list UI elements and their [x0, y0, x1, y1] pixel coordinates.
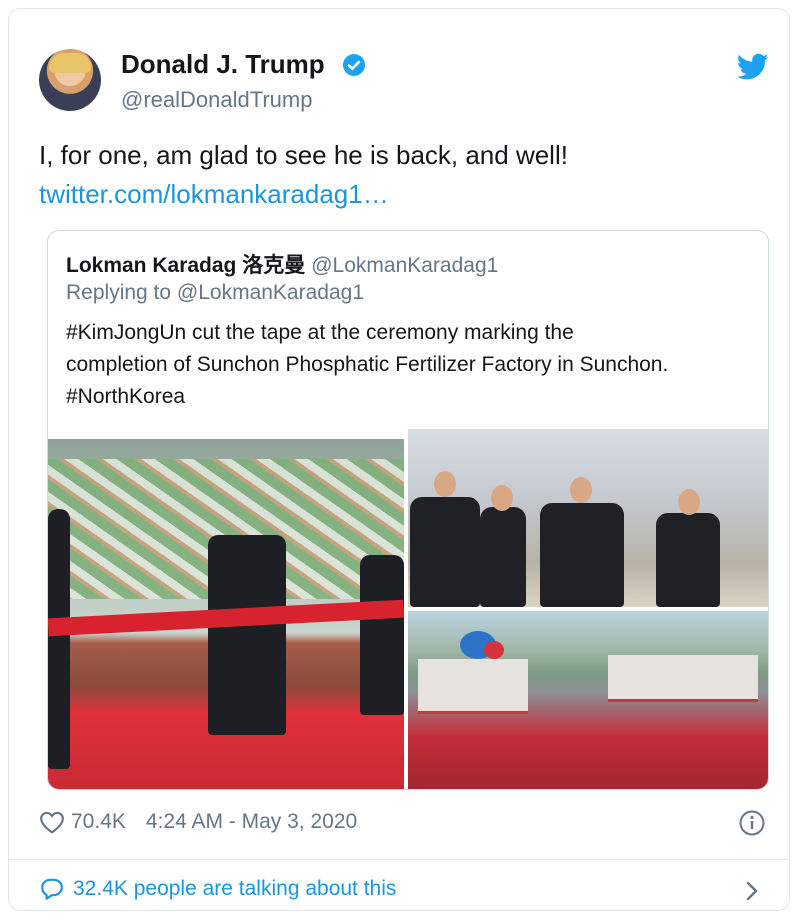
factory-building — [418, 659, 528, 714]
conversation-link[interactable]: 32.4K people are talking about this — [39, 877, 396, 901]
person-silhouette — [48, 509, 70, 769]
person-head — [678, 489, 700, 515]
quoted-tweet[interactable]: Lokman Karadag 洛克曼 @LokmanKaradag1 Replyi… — [47, 230, 769, 790]
like-count[interactable]: 70.4K — [71, 810, 126, 834]
chevron-right-icon[interactable] — [744, 879, 760, 903]
tweet-text: I, for one, am glad to see he is back, a… — [39, 140, 568, 170]
factory-building — [608, 655, 758, 702]
author-handle[interactable]: @realDonaldTrump — [121, 87, 312, 113]
person-silhouette — [360, 555, 404, 715]
crowd-photo[interactable] — [408, 611, 768, 789]
verified-badge-icon — [343, 54, 365, 76]
tweet-link[interactable]: twitter.com/lokmankaradag1… — [39, 179, 389, 210]
twitter-bird-icon[interactable] — [737, 53, 769, 81]
info-icon[interactable] — [739, 810, 765, 836]
tweet-card: Donald J. Trump @realDonaldTrump I, for … — [8, 8, 790, 911]
person-head — [491, 485, 513, 511]
author-name[interactable]: Donald J. Trump — [121, 49, 325, 80]
footer-divider — [9, 859, 789, 860]
quoted-header: Lokman Karadag 洛克曼 @LokmanKaradag1 — [66, 249, 498, 279]
quoted-replying-to: Replying to @LokmanKaradag1 — [66, 281, 364, 304]
heart-icon[interactable] — [39, 810, 65, 834]
conversation-count[interactable]: 32.4K people are talking about this — [73, 877, 396, 901]
officials-photo[interactable] — [408, 429, 768, 607]
quoted-author-name: Lokman Karadag 洛克曼 — [66, 254, 306, 277]
quoted-text-line: #NorthKorea — [66, 385, 186, 408]
person-head — [434, 471, 456, 497]
quoted-author-handle: @LokmanKaradag1 — [311, 254, 499, 277]
person-silhouette — [540, 503, 624, 607]
person-silhouette — [656, 513, 720, 607]
quoted-text: #KimJongUn cut the tape at the ceremony … — [66, 317, 756, 413]
author-avatar[interactable] — [39, 49, 101, 111]
person-silhouette — [480, 507, 526, 607]
person-head — [570, 477, 592, 503]
avatar-hair — [49, 53, 91, 73]
person-silhouette — [208, 535, 286, 735]
comment-icon — [41, 878, 63, 900]
tweet-timestamp[interactable]: 4:24 AM - May 3, 2020 — [146, 810, 357, 834]
person-silhouette — [410, 497, 480, 607]
ceremony-photo[interactable] — [48, 439, 404, 789]
balloon — [484, 641, 504, 659]
tweet-footer: 70.4K 4:24 AM - May 3, 2020 — [39, 810, 357, 834]
quoted-text-line: #KimJongUn cut the tape at the ceremony … — [66, 321, 574, 344]
quoted-text-line: completion of Sunchon Phosphatic Fertili… — [66, 353, 669, 376]
